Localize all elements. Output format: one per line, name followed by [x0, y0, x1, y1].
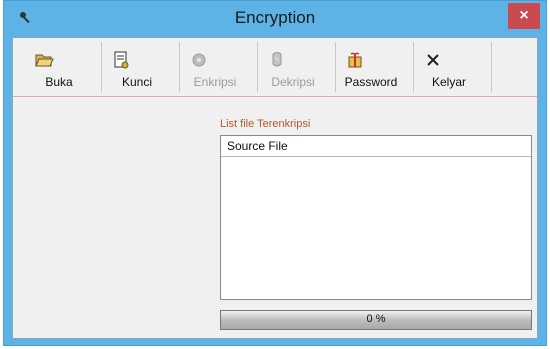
toolbar-separator [101, 42, 102, 92]
encrypted-file-list[interactable]: Source File [220, 135, 532, 300]
progress-bar: 0 % [220, 310, 532, 330]
kunci-button[interactable]: Kunci [107, 40, 167, 94]
encrypt-icon [192, 53, 206, 67]
toolbar-separator [179, 42, 180, 92]
password-button[interactable]: Password [341, 40, 401, 94]
kelyar-label: Kelyar [431, 75, 466, 89]
decrypt-icon [272, 52, 282, 67]
toolbar-separator [257, 42, 258, 92]
close-button[interactable]: × [508, 3, 540, 29]
dekripsi-button[interactable]: Dekripsi [263, 40, 323, 94]
buka-button[interactable]: Buka [29, 40, 89, 94]
toolbar-separator [413, 42, 414, 92]
password-label: Password [344, 75, 398, 89]
key-document-icon [114, 51, 129, 69]
kelyar-button[interactable]: Kelyar [419, 40, 479, 94]
title-bar[interactable]: Encryption × [4, 1, 546, 37]
password-gift-icon [348, 52, 362, 68]
kunci-label: Kunci [121, 75, 153, 89]
enkripsi-button[interactable]: Enkripsi [185, 40, 245, 94]
window-title: Encryption [234, 8, 316, 27]
file-list-caption: List file Terenkripsi [220, 118, 311, 130]
toolbar: Buka Kunci Enkripsi Dekripsi Password Ke… [13, 38, 537, 97]
dekripsi-label: Dekripsi [271, 75, 315, 89]
source-file-column-header[interactable]: Source File [221, 136, 531, 157]
toolbar-separator [335, 42, 336, 92]
toolbar-separator [491, 42, 492, 92]
close-x-icon [427, 54, 439, 66]
client-area: Buka Kunci Enkripsi Dekripsi Password Ke… [12, 37, 538, 339]
buka-label: Buka [45, 75, 73, 89]
enkripsi-label: Enkripsi [193, 75, 237, 89]
folder-open-icon [35, 54, 54, 67]
encryption-window: Encryption × Buka Kunci Enkripsi Dekrips… [3, 0, 547, 346]
progress-text: 0 % [366, 313, 386, 325]
